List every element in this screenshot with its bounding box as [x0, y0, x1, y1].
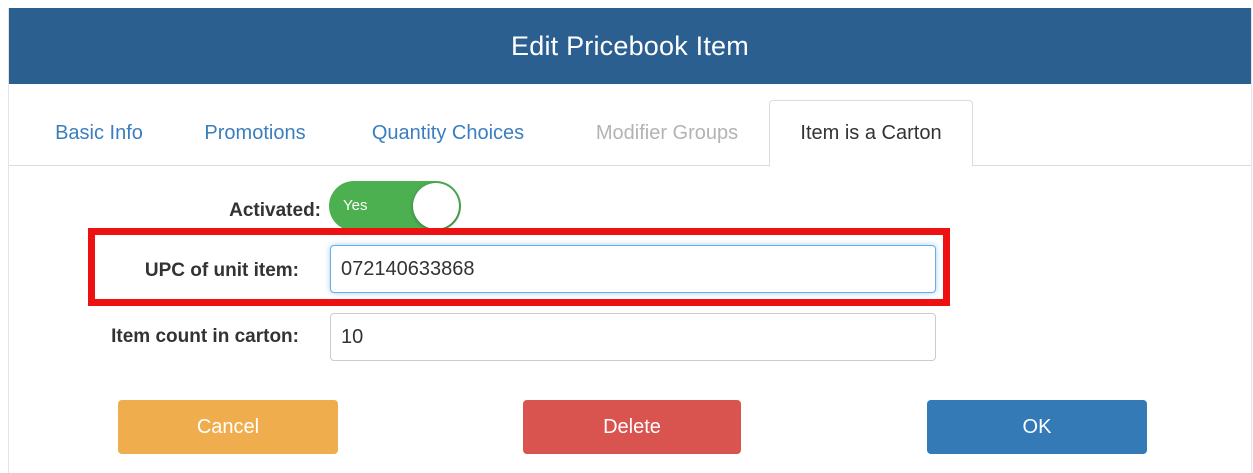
tab-bar: Basic Info Promotions Quantity Choices M…: [9, 100, 1251, 167]
tab-quantity-choices[interactable]: Quantity Choices: [353, 100, 543, 166]
dialog-title: Edit Pricebook Item: [511, 30, 749, 61]
cancel-button[interactable]: Cancel: [118, 400, 338, 454]
activated-label: Activated:: [229, 200, 321, 221]
dialog-header: Edit Pricebook Item: [9, 8, 1251, 84]
upc-label: UPC of unit item:: [144, 260, 299, 281]
upc-input[interactable]: [330, 245, 936, 293]
item-count-input[interactable]: [330, 313, 936, 361]
activated-toggle[interactable]: Yes: [329, 181, 461, 231]
tab-item-is-a-carton[interactable]: Item is a Carton: [769, 100, 973, 167]
toggle-knob: [413, 183, 459, 229]
page: Edit Pricebook Item Basic Info Promotion…: [0, 0, 1253, 473]
ok-button[interactable]: OK: [927, 400, 1147, 454]
edit-pricebook-item-dialog: Edit Pricebook Item Basic Info Promotion…: [8, 8, 1252, 473]
tab-basic-info[interactable]: Basic Info: [39, 100, 159, 166]
toggle-state-text: Yes: [343, 197, 368, 214]
tab-modifier-groups: Modifier Groups: [595, 121, 739, 144]
item-count-label: Item count in carton:: [111, 326, 299, 347]
tab-promotions[interactable]: Promotions: [187, 100, 323, 166]
delete-button[interactable]: Delete: [523, 400, 741, 454]
